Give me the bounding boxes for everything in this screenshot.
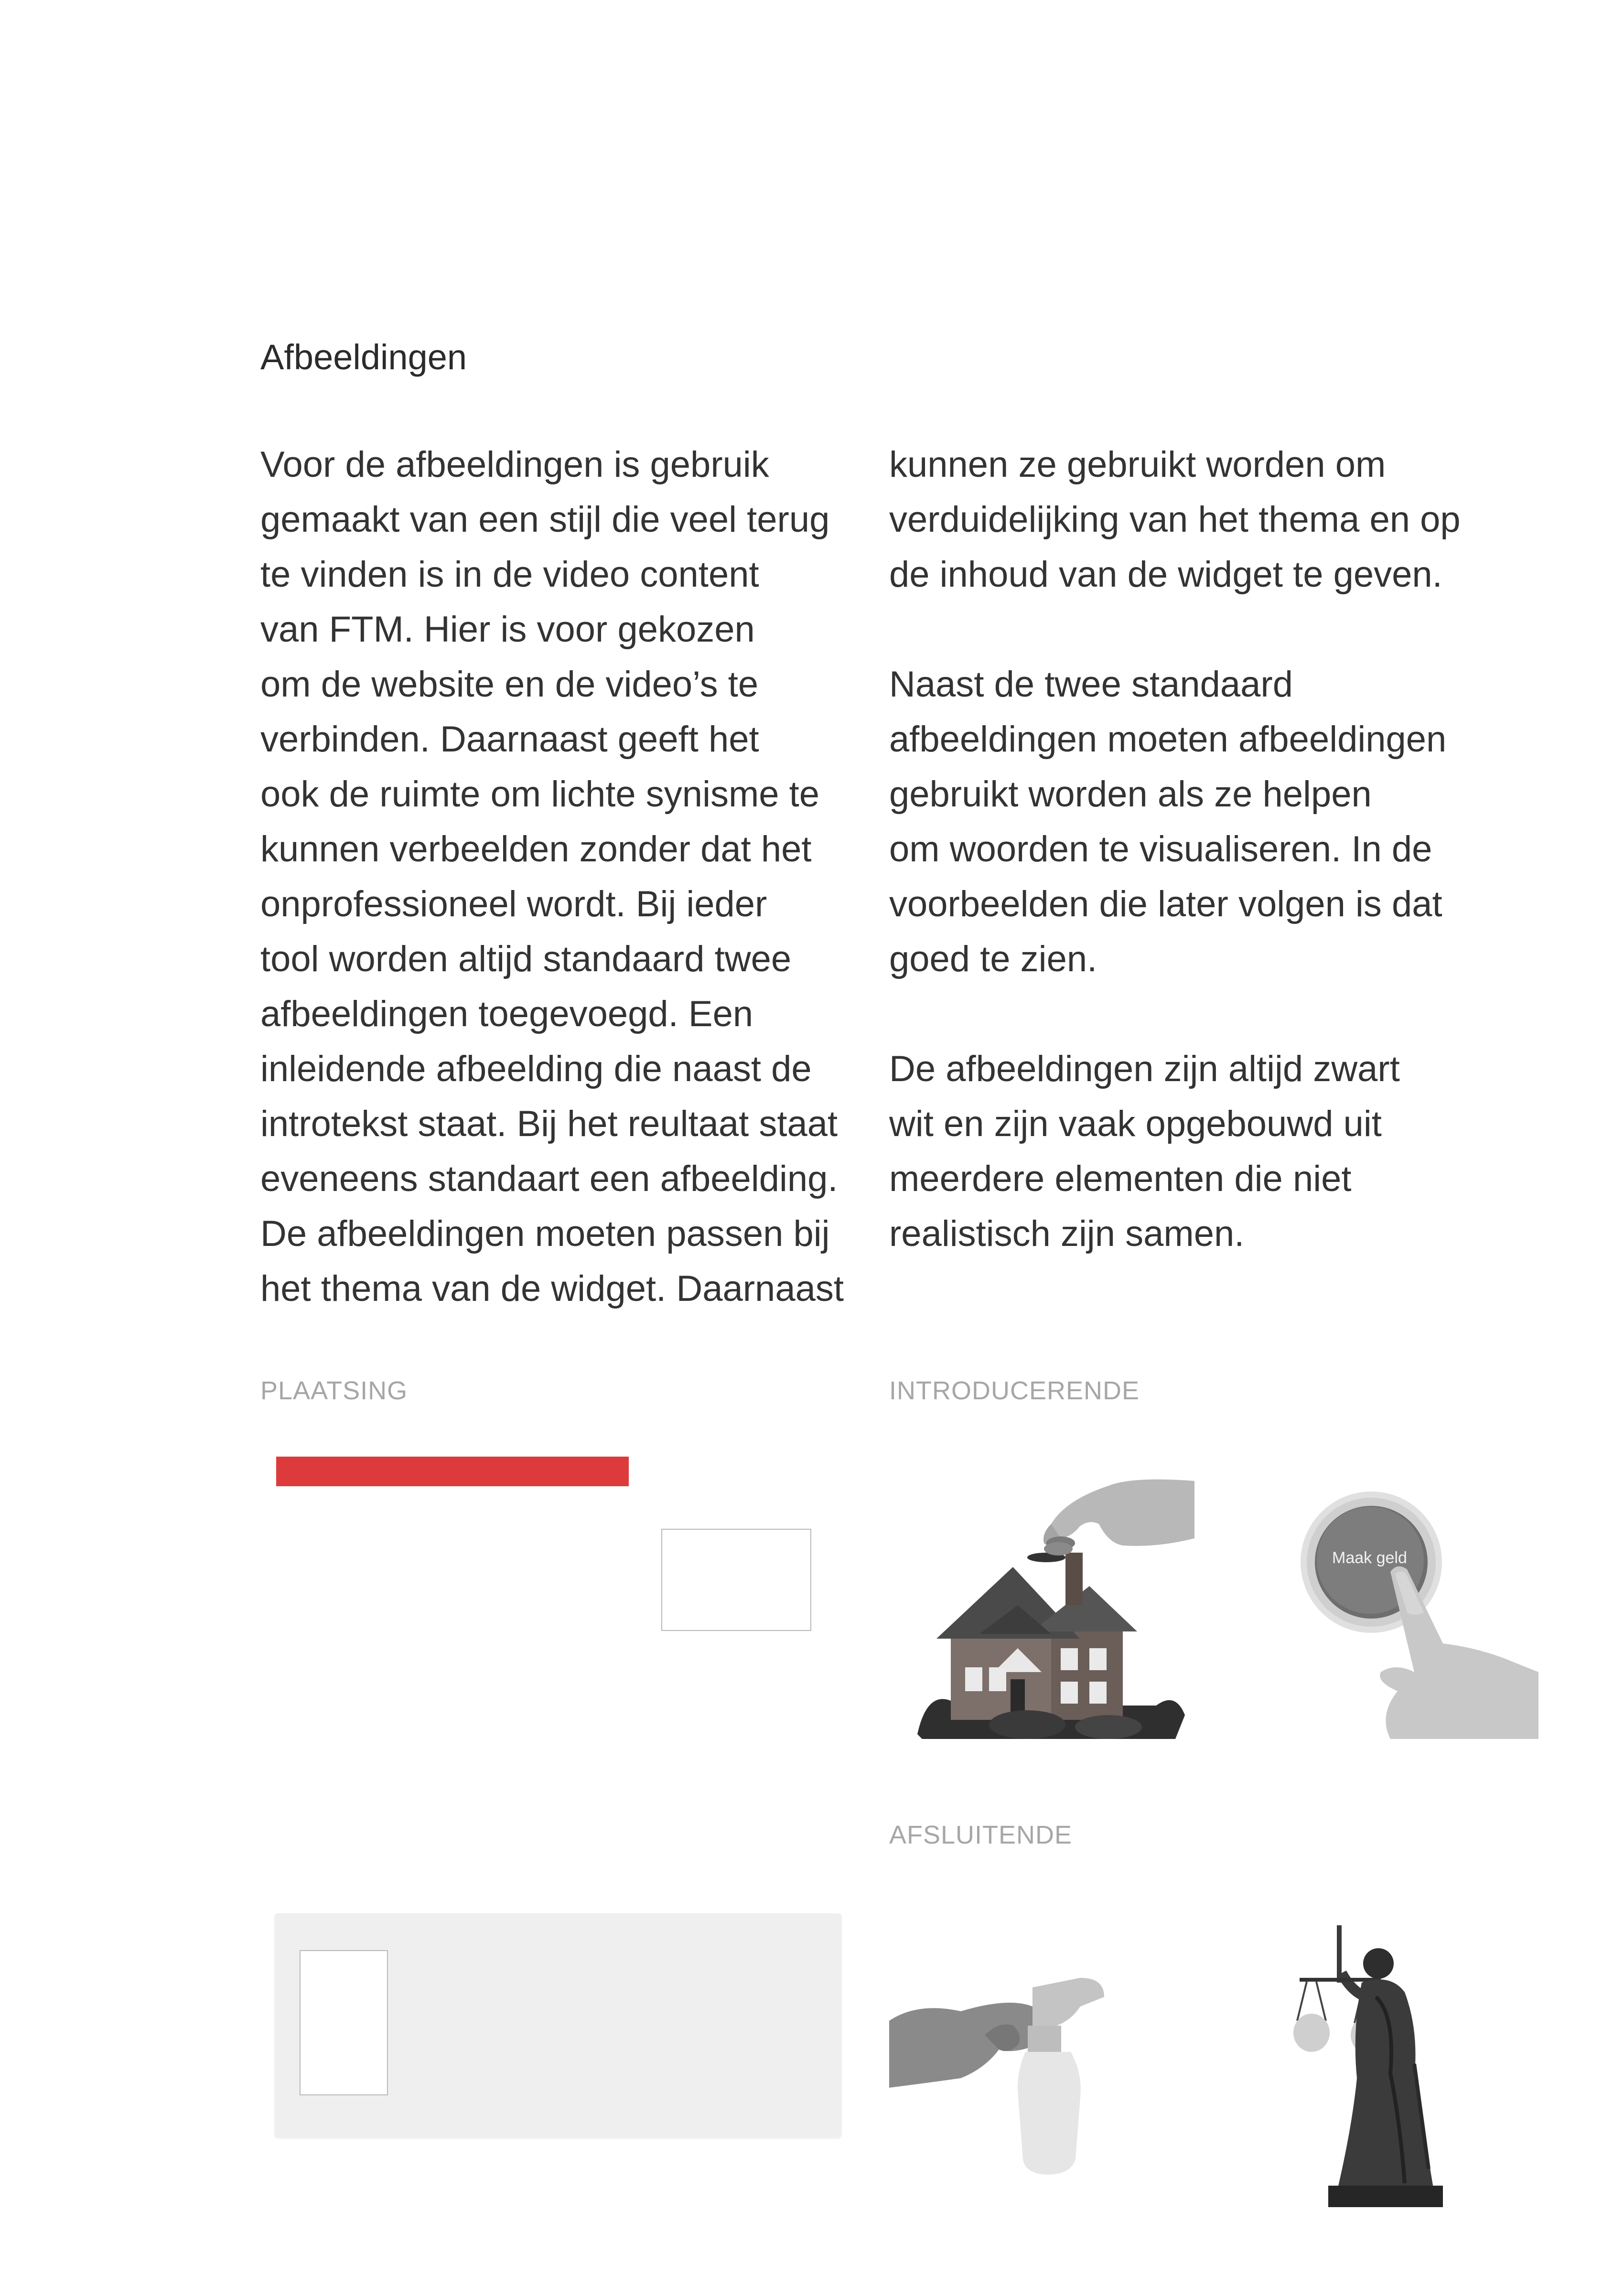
text-line: afbeeldingen toegevoegd. Een (260, 994, 753, 1034)
justice-statue-image (1293, 1925, 1443, 2207)
text-line: Voor de afbeeldingen is gebruik (260, 444, 769, 485)
text-line: kunnen verbeelden zonder dat het (260, 829, 812, 869)
right-paragraph-2: Naast de twee standaard afbeeldingen moe… (889, 657, 1510, 987)
text-line: het thema van de widget. Daarnaast (260, 1268, 844, 1309)
right-text-column: kunnen ze gebruikt worden om verduidelij… (889, 437, 1510, 1316)
right-paragraph-3: De afbeeldingen zijn altijd zwart wit en… (889, 1041, 1510, 1261)
text-line: de inhoud van de widget te geven. (889, 554, 1442, 595)
text-line: te vinden is in de video content (260, 554, 759, 595)
placement-result-image-frame (300, 1950, 388, 2095)
text-line: gemaakt van een stijl die veel terug (260, 499, 830, 540)
placement-intro-image-frame (661, 1529, 811, 1631)
text-line: van FTM. Hier is voor gekozen (260, 609, 755, 650)
text-line: verbinden. Daarnaast geeft het (260, 719, 759, 760)
text-line: verduidelijking van het thema en op (889, 499, 1461, 540)
text-line: onprofessioneel wordt. Bij ieder (260, 884, 767, 924)
spray-bottle-image (889, 1978, 1104, 2175)
text-line: wit en zijn vaak opgebouwd uit (889, 1104, 1382, 1144)
text-line: om woorden te visualiseren. In de (889, 829, 1432, 869)
text-line: ook de ruimte om lichte synisme te (260, 774, 820, 815)
text-line: introtekst staat. Bij het reultaat staat (260, 1104, 838, 1144)
left-text-column: Voor de afbeeldingen is gebruik gemaakt … (260, 437, 882, 1371)
text-line: realistisch zijn samen. (889, 1213, 1245, 1254)
label-closing: AFSLUITENDE (889, 1821, 1073, 1849)
text-line: goed te zien. (889, 939, 1097, 979)
placement-header-bar (276, 1457, 629, 1486)
house-coin-image (917, 1479, 1194, 1739)
section-title: Afbeeldingen (260, 337, 467, 377)
text-line: om de website en de video’s te (260, 664, 759, 705)
text-line: tool worden altijd standaard twee (260, 939, 792, 979)
text-line: Naast de twee standaard (889, 664, 1293, 705)
text-line: kunnen ze gebruikt worden om (889, 444, 1386, 485)
text-line: afbeeldingen moeten afbeeldingen (889, 719, 1447, 760)
text-line: De afbeeldingen moeten passen bij (260, 1213, 830, 1254)
text-line: De afbeeldingen zijn altijd zwart (889, 1049, 1400, 1089)
label-placement: PLAATSING (260, 1376, 408, 1405)
text-line: eveneens standaart een afbeelding. (260, 1159, 838, 1199)
button-press-image (1301, 1491, 1538, 1739)
button-label-text: Maak geld (1332, 1549, 1407, 1567)
text-line: meerdere elementen die niet (889, 1159, 1352, 1199)
text-line: gebruikt worden als ze helpen (889, 774, 1372, 815)
right-paragraph-1: kunnen ze gebruikt worden om verduidelij… (889, 437, 1510, 602)
label-intro: INTRODUCERENDE (889, 1376, 1140, 1405)
left-paragraph: Voor de afbeeldingen is gebruik gemaakt … (260, 437, 882, 1316)
text-line: voorbeelden die later volgen is dat (889, 884, 1442, 924)
text-line: inleidende afbeelding die naast de (260, 1049, 812, 1089)
